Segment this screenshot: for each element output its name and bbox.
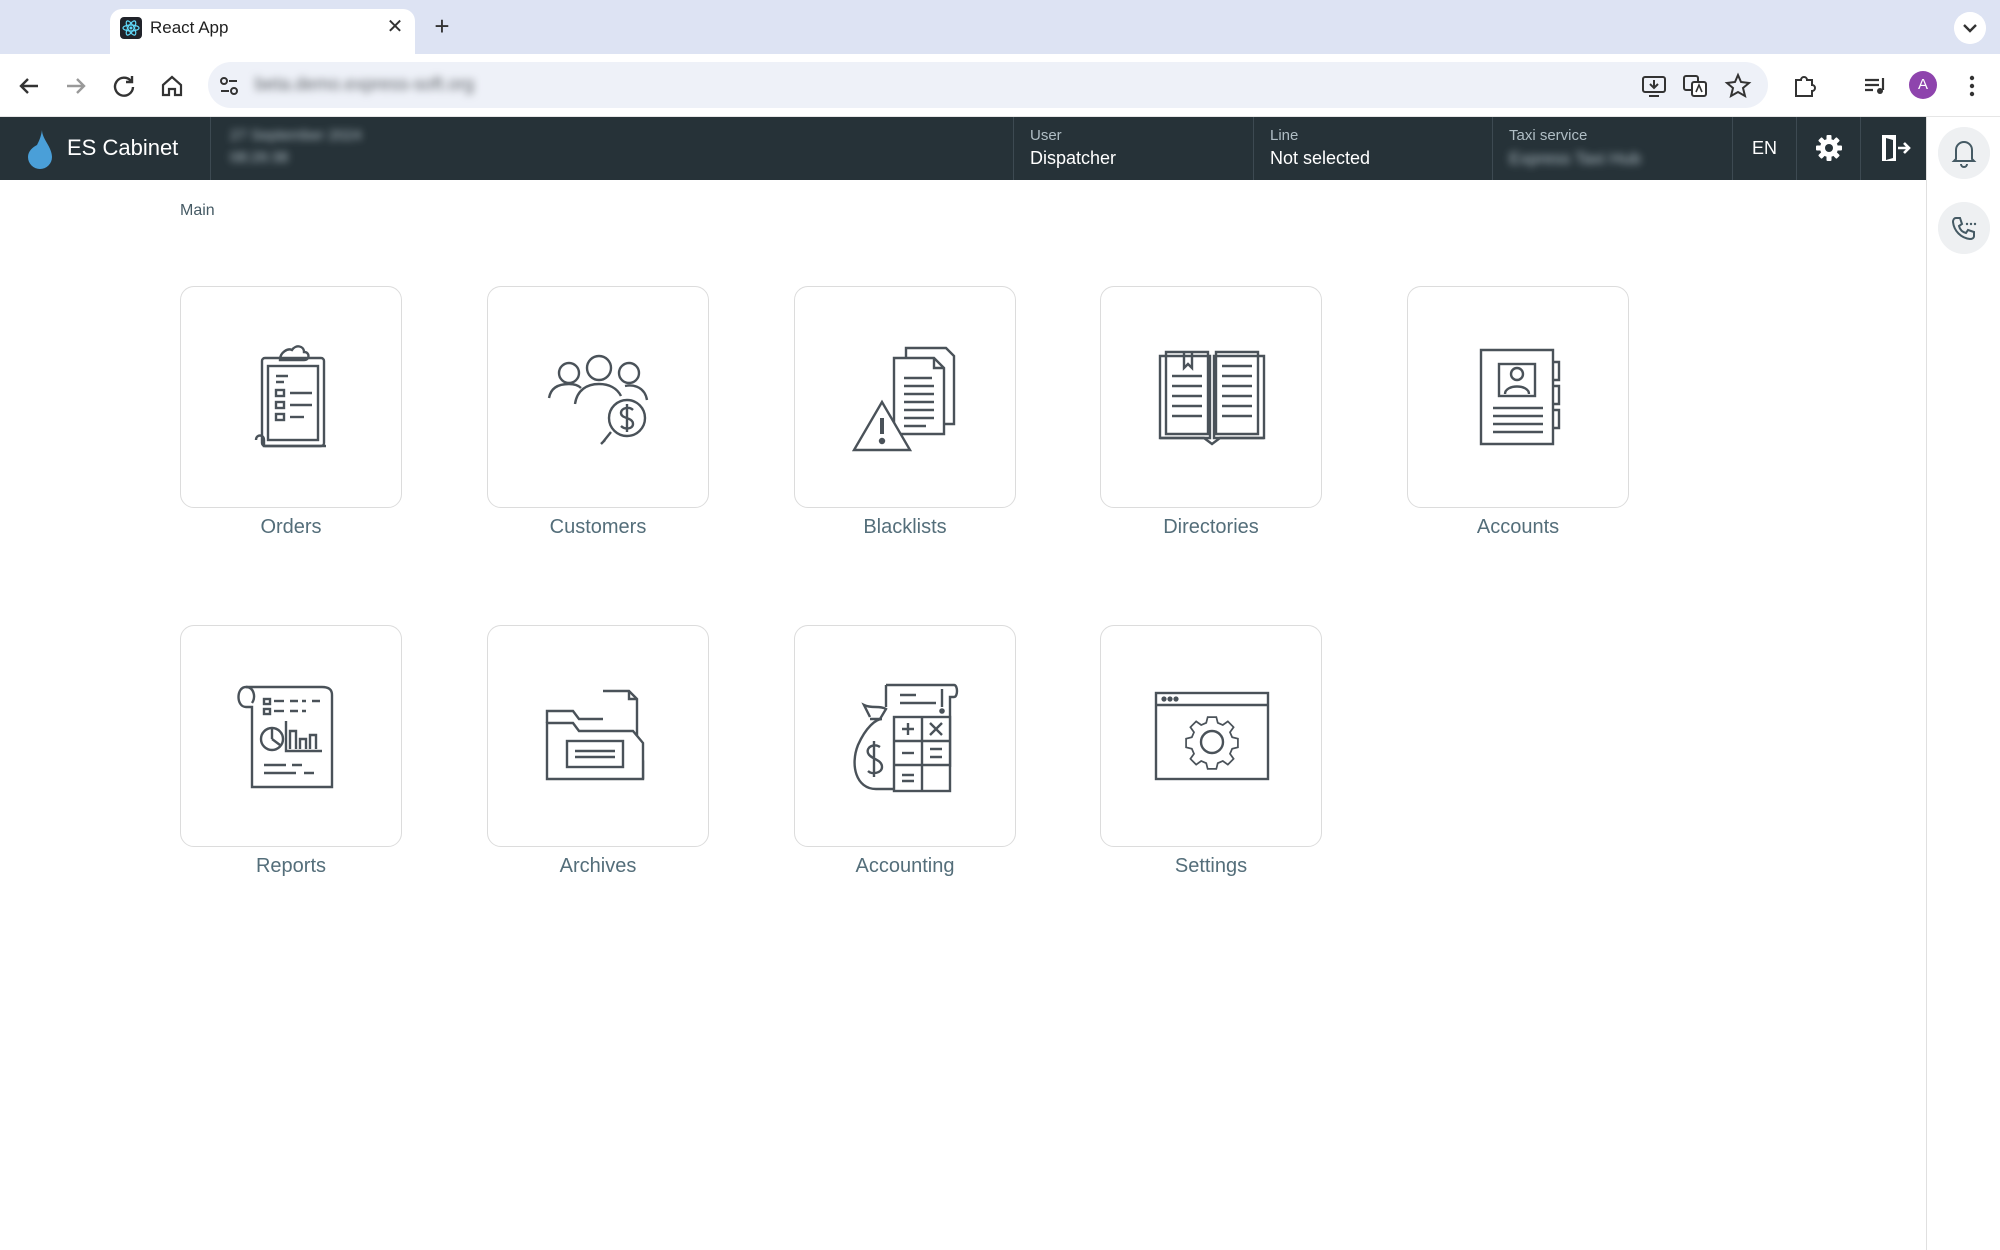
header-divider xyxy=(1013,117,1014,180)
forward-icon[interactable] xyxy=(60,70,92,102)
customers-dollar-icon xyxy=(547,354,649,445)
new-tab-button[interactable]: + xyxy=(428,13,456,41)
browser-menu-icon[interactable] xyxy=(1956,70,1988,102)
tile-label-reports: Reports xyxy=(255,855,327,877)
bell-icon[interactable] xyxy=(1938,127,1990,179)
profile-avatar[interactable]: A xyxy=(1909,71,1937,99)
tile-reports[interactable] xyxy=(180,625,402,847)
address-url: beta.demo.express-soft.org xyxy=(255,74,475,94)
documents-warning-icon xyxy=(851,346,956,452)
line-value[interactable]: Not selected xyxy=(1270,148,1370,169)
translate-icon[interactable] xyxy=(1679,70,1711,102)
tile-label-settings: Settings xyxy=(1174,855,1248,877)
app-brand[interactable]: ES Cabinet xyxy=(67,135,178,161)
clipboard-icon xyxy=(254,345,326,448)
bookmark-star-icon[interactable] xyxy=(1722,70,1754,102)
report-scroll-icon xyxy=(237,685,334,789)
language-selector[interactable]: EN xyxy=(1752,138,1777,159)
tab-search-chevron-icon[interactable] xyxy=(1954,12,1986,44)
settings-window-icon xyxy=(1154,691,1270,781)
account-card-icon xyxy=(1479,348,1561,446)
tile-label-archives: Archives xyxy=(559,855,637,877)
home-icon[interactable] xyxy=(156,70,188,102)
open-book-icon xyxy=(1158,350,1266,446)
tile-orders[interactable] xyxy=(180,286,402,508)
tab-close-icon[interactable]: ✕ xyxy=(383,15,407,39)
archive-folder-icon xyxy=(545,689,645,781)
tile-label-accounts: Accounts xyxy=(1476,516,1560,538)
tile-label-orders: Orders xyxy=(260,516,322,538)
tile-archives[interactable] xyxy=(487,625,709,847)
tile-label-directories: Directories xyxy=(1163,516,1259,538)
header-divider xyxy=(1732,117,1733,180)
media-controls-icon[interactable] xyxy=(1859,70,1891,102)
user-value[interactable]: Dispatcher xyxy=(1030,148,1116,169)
tile-label-blacklists: Blacklists xyxy=(863,516,947,538)
tile-accounts[interactable] xyxy=(1407,286,1629,508)
taxi-service-label: Taxi service xyxy=(1509,127,1588,144)
breadcrumb[interactable]: Main xyxy=(180,202,215,220)
header-divider xyxy=(1860,117,1861,180)
tile-customers[interactable] xyxy=(487,286,709,508)
water-drop-logo-icon[interactable] xyxy=(27,129,53,169)
react-favicon-icon xyxy=(120,17,142,39)
tile-label-customers: Customers xyxy=(549,516,647,538)
extensions-icon[interactable] xyxy=(1788,70,1820,102)
header-date: 27 September 2024 xyxy=(230,127,362,144)
right-rail xyxy=(1926,117,2000,1250)
logout-icon[interactable] xyxy=(1876,130,1912,166)
tile-settings[interactable] xyxy=(1100,625,1322,847)
tab-title: React App xyxy=(150,18,229,37)
reload-icon[interactable] xyxy=(108,70,140,102)
gear-icon[interactable] xyxy=(1811,130,1847,166)
line-label: Line xyxy=(1270,127,1299,144)
back-icon[interactable] xyxy=(13,70,45,102)
header-divider xyxy=(1492,117,1493,180)
user-label: User xyxy=(1030,127,1062,144)
install-app-icon[interactable] xyxy=(1638,70,1670,102)
tile-label-accounting: Accounting xyxy=(855,855,955,877)
header-divider xyxy=(1796,117,1797,180)
calculator-money-icon xyxy=(853,683,959,793)
phone-icon[interactable] xyxy=(1938,202,1990,254)
header-divider xyxy=(1253,117,1254,180)
tile-directories[interactable] xyxy=(1100,286,1322,508)
header-time: 08:26:38 xyxy=(230,149,289,166)
taxi-service-value[interactable]: Express Taxi Hub xyxy=(1509,149,1641,169)
tile-accounting[interactable] xyxy=(794,625,1016,847)
site-settings-icon[interactable] xyxy=(213,70,245,102)
tile-blacklists[interactable] xyxy=(794,286,1016,508)
header-divider xyxy=(210,117,211,180)
